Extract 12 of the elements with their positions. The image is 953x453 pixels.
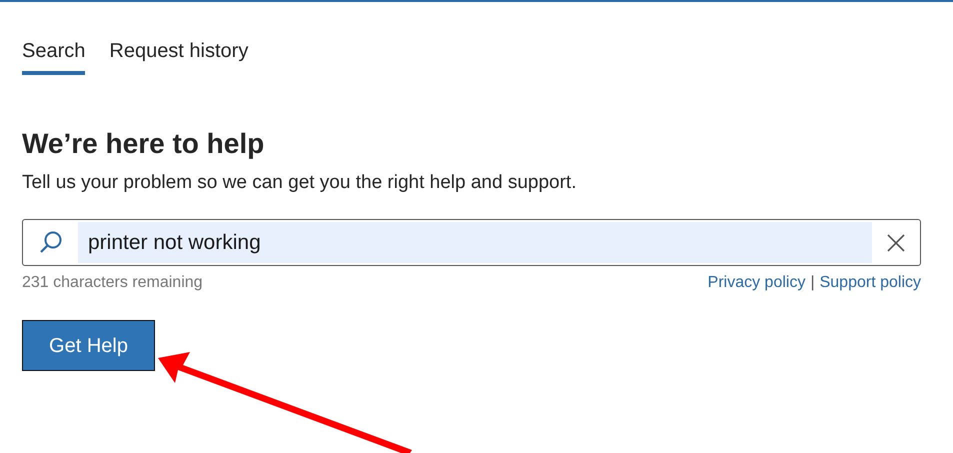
tab[interactable]: Search: [22, 37, 86, 75]
page-subtitle: Tell us your problem so we can get you the right help and support.: [22, 171, 576, 195]
tab[interactable]: Request history: [109, 37, 248, 75]
close-icon: [887, 234, 905, 252]
search-field[interactable]: printer not working: [22, 219, 921, 266]
support-policy-link[interactable]: Support policy: [820, 273, 921, 293]
page-heading: We’re here to help: [22, 127, 264, 161]
get-help-button[interactable]: Get Help: [22, 320, 155, 371]
search-icon: [38, 230, 64, 256]
privacy-policy-link[interactable]: Privacy policy: [708, 273, 806, 293]
link-separator: |: [810, 273, 815, 293]
character-count: 231 characters remaining: [22, 273, 203, 293]
